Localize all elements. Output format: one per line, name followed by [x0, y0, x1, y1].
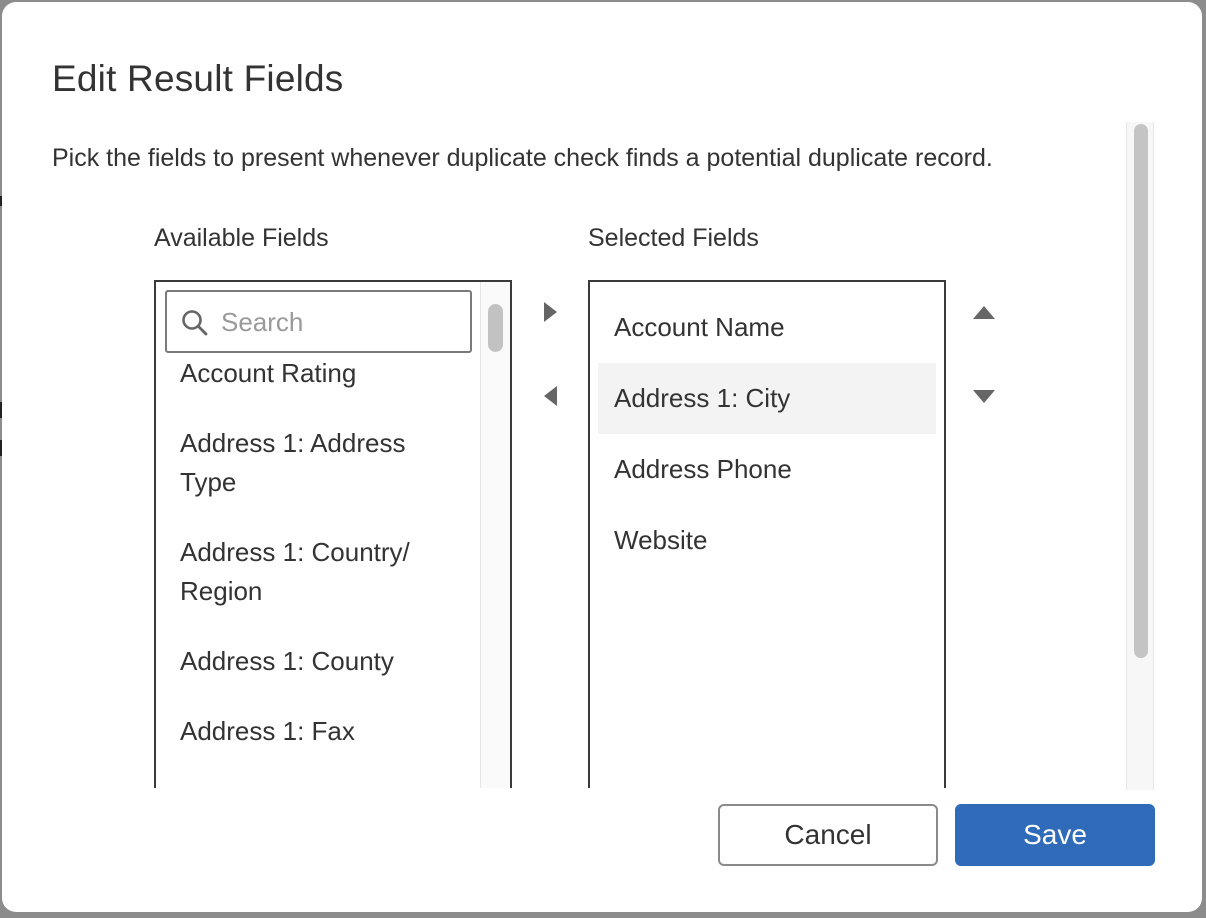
triangle-up-icon	[973, 305, 995, 319]
cancel-button[interactable]: Cancel	[718, 804, 938, 866]
triangle-right-icon	[543, 302, 557, 322]
available-fields-list[interactable]: Account Rating Address 1: Address Type A…	[154, 280, 512, 788]
list-item[interactable]: Account Name	[598, 292, 936, 363]
dialog-scrollbar-thumb[interactable]	[1134, 124, 1148, 658]
move-to-selected-button[interactable]	[532, 294, 568, 330]
dialog-scrollbar[interactable]	[1126, 122, 1154, 790]
search-icon	[182, 310, 208, 336]
available-list-scrollbar-thumb[interactable]	[488, 304, 503, 352]
move-down-button[interactable]	[966, 378, 1002, 414]
triangle-left-icon	[543, 386, 557, 406]
available-fields-label: Available Fields	[154, 224, 329, 252]
available-items: Account Rating Address 1: Address Type A…	[156, 358, 480, 782]
triangle-down-icon	[973, 389, 995, 403]
selected-fields-list[interactable]: Account Name Address 1: City Address Pho…	[588, 280, 946, 788]
selected-items: Account Name Address 1: City Address Pho…	[598, 292, 936, 576]
dialog-title: Edit Result Fields	[52, 58, 344, 99]
list-item[interactable]: Address 1: Country/ Region	[156, 533, 480, 642]
save-button[interactable]: Save	[955, 804, 1155, 866]
dialog-description: Pick the fields to present whenever dupl…	[52, 144, 993, 172]
list-item[interactable]: Address 1: County	[156, 642, 480, 712]
list-item[interactable]: Website	[598, 505, 936, 576]
list-item[interactable]: Address 1: Fax	[156, 712, 480, 782]
edit-result-fields-dialog: Edit Result Fields Pick the fields to pr…	[2, 2, 1202, 912]
move-to-available-button[interactable]	[532, 378, 568, 414]
list-item-highlighted[interactable]: Address 1: City	[598, 363, 936, 434]
selected-fields-label: Selected Fields	[588, 224, 759, 252]
move-up-button[interactable]	[966, 294, 1002, 330]
dialog-content: Pick the fields to present whenever dupl…	[2, 122, 1122, 788]
search-input[interactable]	[219, 298, 463, 346]
list-item[interactable]: Address 1: Address Type	[156, 424, 480, 533]
search-box	[165, 290, 472, 353]
list-item[interactable]: Address Phone	[598, 434, 936, 505]
available-list-scrollbar[interactable]	[480, 282, 510, 788]
list-item[interactable]: Account Rating	[156, 354, 480, 424]
